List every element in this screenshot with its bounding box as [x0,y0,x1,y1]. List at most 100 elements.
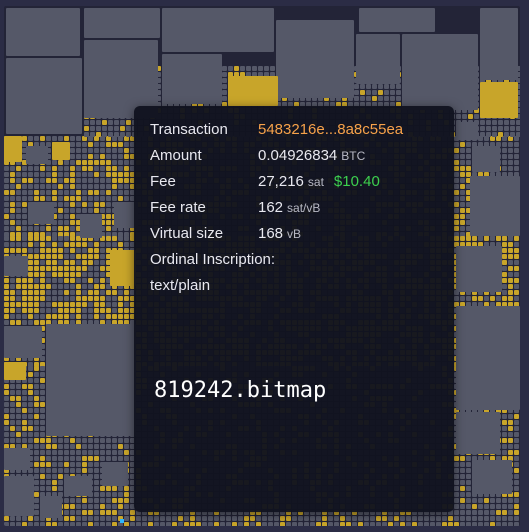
tx-block[interactable] [40,372,45,377]
tx-block[interactable] [88,142,93,147]
tx-block[interactable] [88,284,93,289]
tx-block[interactable] [28,136,33,141]
tx-block[interactable] [4,248,9,253]
tx-block[interactable] [82,202,87,207]
tx-block[interactable] [22,308,27,313]
tx-block[interactable] [100,438,105,443]
tx-block[interactable] [76,284,81,289]
tx-block[interactable] [112,148,117,153]
tx-block[interactable] [514,462,519,467]
tx-block[interactable] [58,290,63,295]
tx-block[interactable] [94,314,99,319]
tx-block[interactable] [16,196,21,201]
tx-block[interactable] [460,172,465,177]
tx-block[interactable] [460,456,465,461]
tx-block[interactable] [70,184,75,189]
tx-block[interactable] [88,160,93,165]
tx-block[interactable] [10,208,15,213]
tx-block[interactable] [484,296,489,301]
tx-block[interactable] [124,148,129,153]
tx-block[interactable] [40,302,45,307]
tx-block[interactable] [34,266,39,271]
tx-block[interactable] [70,154,75,159]
tx-block[interactable] [118,166,123,171]
tx-block[interactable] [10,214,15,219]
tx-block[interactable] [112,196,117,201]
tx-block[interactable] [16,384,21,389]
tx-block[interactable] [34,272,39,277]
tx-block[interactable] [82,166,87,171]
tx-block[interactable] [106,208,111,213]
tx-block[interactable] [112,444,117,449]
tx-block[interactable] [460,236,465,241]
tx-block[interactable] [454,456,459,461]
tx-block[interactable] [514,260,519,265]
tx-block[interactable] [10,278,15,283]
tx-block[interactable] [58,468,63,473]
tx-block[interactable] [52,184,57,189]
tx-block[interactable] [28,248,33,253]
tx-block[interactable] [4,426,9,431]
tx-block[interactable] [124,196,129,201]
tx-block[interactable] [58,272,63,277]
tx-block[interactable] [16,438,21,443]
tx-block[interactable] [70,248,75,253]
tx-block[interactable] [70,178,75,183]
tx-block[interactable] [82,278,87,283]
tx-block[interactable] [34,196,39,201]
tx-block[interactable] [58,444,63,449]
tx-block[interactable] [94,290,99,295]
tx-block[interactable] [508,420,513,425]
tx-block[interactable] [94,438,99,443]
tx-block[interactable] [40,266,45,271]
tx-block[interactable] [16,220,21,225]
tx-block[interactable] [4,390,9,395]
tx-block[interactable] [52,196,57,201]
tx-block[interactable] [46,474,51,479]
tx-block[interactable] [88,178,93,183]
tx-block[interactable] [22,136,27,141]
tx-block[interactable] [454,172,459,177]
tx-block[interactable] [22,248,27,253]
tx-block[interactable] [10,396,15,401]
tx-block[interactable] [106,148,111,153]
tx-block[interactable] [34,314,39,319]
tx-block[interactable] [40,242,45,247]
tx-block[interactable] [28,178,33,183]
tx-block[interactable] [34,396,39,401]
tx-block[interactable] [34,136,39,141]
tx-block[interactable] [70,462,75,467]
tx-block[interactable] [58,314,63,319]
tx-block[interactable] [502,242,507,247]
tx-block[interactable] [52,260,57,265]
tx-block[interactable] [454,196,459,201]
tx-block[interactable] [454,296,459,301]
tx-block[interactable] [514,456,519,461]
tx-block[interactable] [4,290,9,295]
tx-block[interactable] [460,462,465,467]
tx-block[interactable] [34,462,39,467]
tx-block[interactable] [58,172,63,177]
tx-block[interactable] [52,480,57,485]
tx-block[interactable] [28,414,33,419]
tx-block[interactable] [82,254,87,259]
tx-block[interactable] [88,290,93,295]
tx-block[interactable] [460,178,465,183]
tx-block[interactable] [514,142,519,147]
tx-block[interactable] [88,196,93,201]
tx-block[interactable] [100,308,105,313]
tx-block[interactable] [10,302,15,307]
tx-block[interactable] [478,296,483,301]
tx-block[interactable] [514,420,519,425]
tx-block[interactable] [82,296,87,301]
tx-block[interactable] [58,202,63,207]
tx-block[interactable] [22,184,27,189]
tx-block[interactable] [70,196,75,201]
tx-block[interactable] [10,242,15,247]
tx-block[interactable] [10,402,15,407]
tx-block[interactable] [4,172,9,177]
tx-block[interactable] [100,178,105,183]
tx-block[interactable] [502,272,507,277]
tx-block[interactable] [76,272,81,277]
tx-block[interactable] [502,284,507,289]
